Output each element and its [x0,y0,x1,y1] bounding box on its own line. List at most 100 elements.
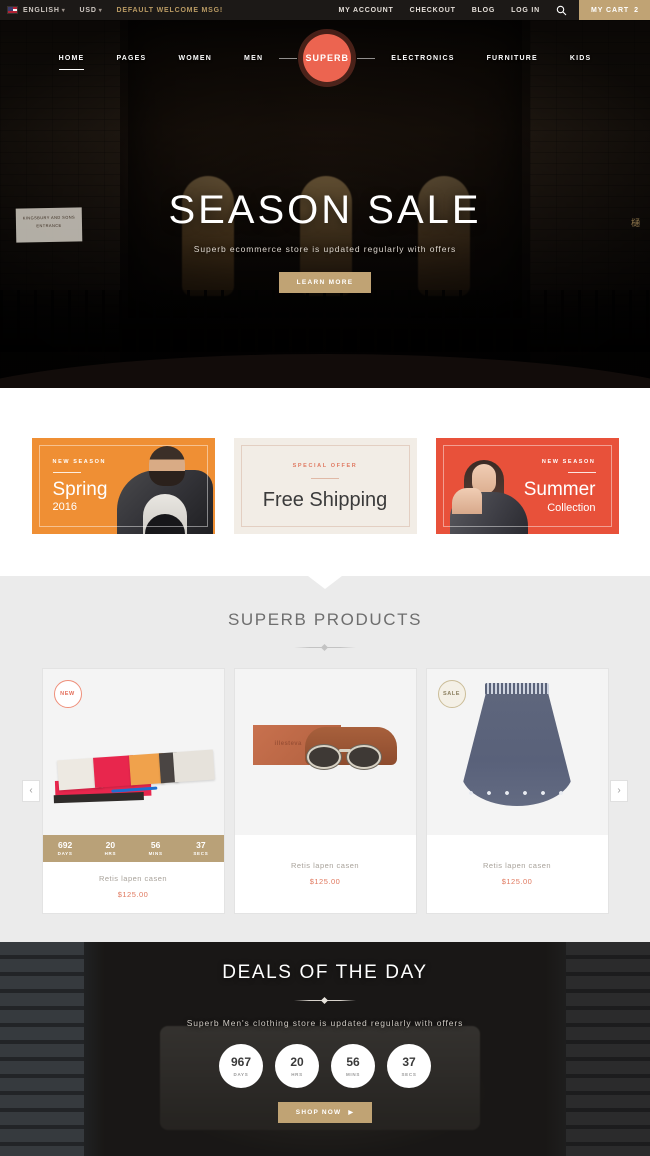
deals-timer-minutes-label: MINS [345,1071,361,1077]
promo-kicker: NEW SEASON [541,459,596,465]
shop-now-label: SHOP NOW [295,1109,342,1116]
status-badge: SALE [437,680,466,708]
timer-seconds-label: SECS [193,851,209,856]
product-artwork-textiles [53,722,215,804]
site-logo[interactable]: SUPERB [303,34,352,82]
timer-minutes: 56 MINS [133,839,178,857]
product-artwork-skirt [461,683,573,823]
hero-banner: KINGSBURY AND SONS ENTRANCE 樋 HOME PAGES… [0,20,650,388]
deals-timer-hours-value: 20 [290,1054,304,1069]
top-bar-left: ENGLISH ▾ USD ▾ DEFAULT WELCOME MSG! [0,6,223,14]
deals-of-the-day-section: DEALS OF THE DAY Superb Men's clothing s… [0,942,650,1156]
deals-title: DEALS OF THE DAY [222,962,428,983]
status-badge: NEW [53,680,82,708]
deals-content: DEALS OF THE DAY Superb Men's clothing s… [0,942,650,1123]
cart-button[interactable]: MY CART 2 [579,0,650,20]
promo-banners: NEW SEASON Spring 2016 SPECIAL OFFER Fre… [0,388,650,576]
timer-hours-value: 20 [105,839,116,850]
deals-timer-hours-label: HRS [291,1071,303,1077]
timer-minutes-label: MINS [148,851,163,856]
deals-divider [294,996,356,1005]
nav-item-women[interactable]: WOMEN [162,55,228,62]
product-price: $125.00 [117,890,149,899]
chevron-down-icon: ▾ [98,7,103,14]
top-bar-right: MY ACCOUNT CHECKOUT BLOG LOG IN MY CART … [323,0,650,20]
promo-title: Free Shipping [262,488,388,511]
link-checkout[interactable]: CHECKOUT [410,7,456,14]
promo-subtitle: Collection [547,502,596,514]
hero-content: SEASON SALE Superb ecommerce store is up… [0,190,650,293]
deals-countdown-timer: 967 DAYS 20 HRS 56 MINS 37 SECS [0,1044,650,1088]
deals-timer-days: 967 DAYS [219,1044,263,1088]
product-image: illesteva [234,669,416,835]
play-arrow-icon: ▶ [348,1110,355,1116]
product-image: NEW [42,669,224,835]
product-price: $125.00 [501,877,533,886]
nav-item-home[interactable]: HOME [43,55,101,70]
product-info: Retis lapen casen $125.00 [426,835,608,913]
link-blog[interactable]: BLOG [472,7,495,14]
promo-title: Summer [523,479,596,500]
promo-kicker: NEW SEASON [52,459,107,465]
top-bar: ENGLISH ▾ USD ▾ DEFAULT WELCOME MSG! MY AC… [0,0,650,20]
us-flag-icon [7,6,18,14]
promo-text-spring: NEW SEASON Spring 2016 [39,445,208,513]
promo-banner-summer[interactable]: NEW SEASON Summer Collection [435,438,619,534]
product-price: $125.00 [309,877,341,886]
hero-subtitle: Superb ecommerce store is updated regula… [193,244,457,254]
timer-days: 692 DAYS [43,840,88,857]
promo-text-free-shipping: SPECIAL OFFER Free Shipping [241,445,410,527]
nav-item-furniture[interactable]: FURNITURE [471,55,554,62]
logo-dash-left [279,57,298,59]
promo-banner-free-shipping[interactable]: SPECIAL OFFER Free Shipping [233,438,417,534]
learn-more-button[interactable]: LEARN MORE [278,272,372,293]
product-artwork-sunglasses: illesteva [252,725,403,777]
currency-selector[interactable]: USD ▾ [80,7,103,14]
promo-text-summer: NEW SEASON Summer Collection [443,445,612,514]
shop-now-button[interactable]: SHOP NOW ▶ [277,1102,373,1123]
deals-timer-days-value: 967 [230,1054,252,1069]
product-name[interactable]: Retis lapen casen [43,874,224,883]
link-log-in[interactable]: LOG IN [511,7,540,14]
nav-item-electronics[interactable]: ELECTRONICS [375,55,470,62]
logo-dash-right [357,57,376,59]
product-info: Retis lapen casen $125.00 [234,835,416,913]
section-divider [294,643,356,652]
deals-timer-days-label: DAYS [233,1071,249,1077]
deals-timer-seconds-value: 37 [402,1054,416,1069]
deals-timer-minutes: 56 MINS [331,1044,375,1088]
product-grid: NEW 692 DAYS 20 HRS 56 MINS 37 SECS Reti… [0,668,650,914]
nav-group-right: ELECTRONICS FURNITURE KIDS [375,55,607,62]
product-info: Retis lapen casen $125.00 [42,862,224,912]
cart-label: MY CART [591,6,630,14]
products-section-title: SUPERB PRODUCTS [227,610,423,629]
search-icon[interactable] [556,5,567,16]
product-name[interactable]: Retis lapen casen [235,861,416,870]
welcome-message: DEFAULT WELCOME MSG! [116,6,224,14]
link-my-account[interactable]: MY ACCOUNT [339,7,394,14]
language-selector[interactable]: ENGLISH ▾ [23,7,66,14]
currency-label: USD [79,6,97,14]
product-image: SALE [426,669,608,835]
deals-timer-minutes-value: 56 [346,1054,360,1069]
section-notch [308,576,342,589]
promo-rule [311,477,339,479]
timer-seconds: 37 SECS [178,840,223,857]
promo-rule [52,472,81,473]
chevron-right-icon[interactable]: › [610,780,628,802]
chevron-left-icon[interactable]: ‹ [22,780,40,802]
timer-minutes-value: 56 [150,839,161,850]
product-countdown-timer: 692 DAYS 20 HRS 56 MINS 37 SECS [42,835,224,862]
nav-item-pages[interactable]: PAGES [100,55,162,62]
product-card[interactable]: SALE Retis lapen casen $125.00 [425,668,609,914]
product-name[interactable]: Retis lapen casen [427,861,608,870]
deals-subtitle: Superb Men's clothing store is updated r… [186,1018,464,1028]
chevron-down-icon: ▾ [61,7,66,14]
product-card[interactable]: illesteva Retis lapen casen $125.00 [233,668,417,914]
product-card[interactable]: NEW 692 DAYS 20 HRS 56 MINS 37 SECS Reti… [41,668,225,914]
products-carousel: ‹ › NEW 692 DAYS 20 HRS 56 MINS 37 SECS … [0,668,650,914]
nav-item-men[interactable]: MEN [228,55,279,62]
nav-item-kids[interactable]: KIDS [554,55,608,62]
timer-hours: 20 HRS [88,839,133,857]
promo-banner-spring[interactable]: NEW SEASON Spring 2016 [31,438,215,534]
